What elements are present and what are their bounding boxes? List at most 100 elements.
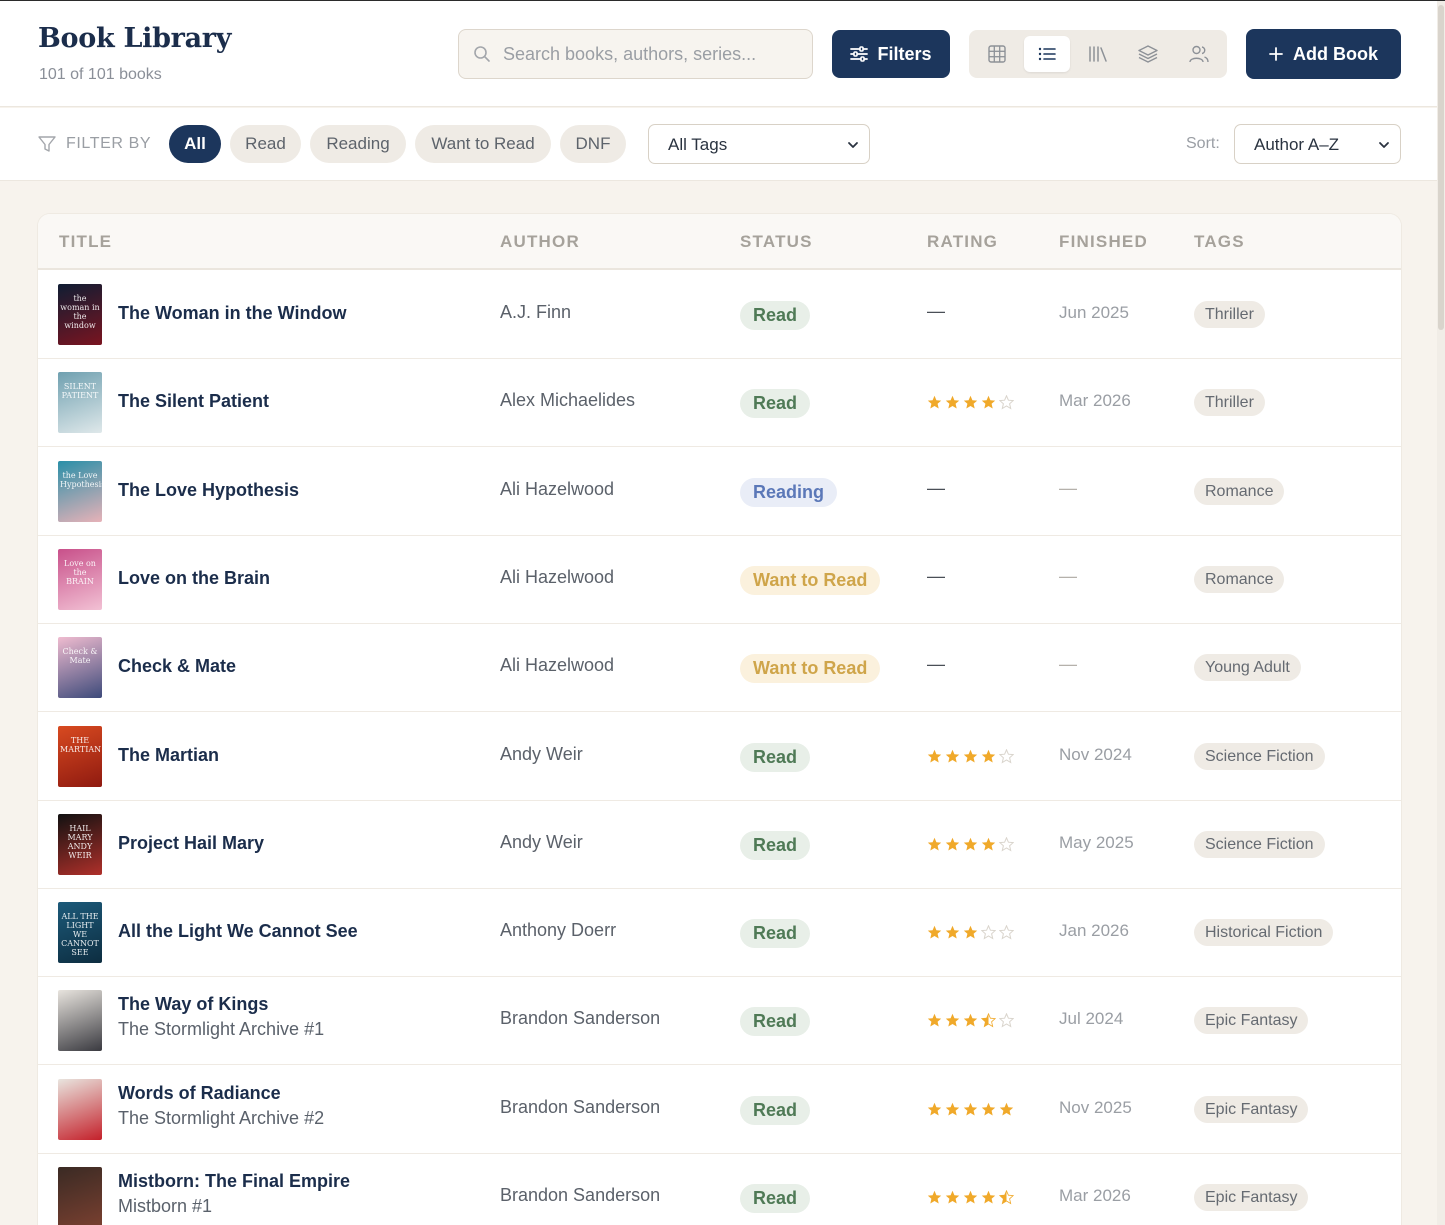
col-status[interactable]: STATUS (740, 232, 813, 252)
book-author[interactable]: Ali Hazelwood (500, 567, 614, 588)
book-author[interactable]: Alex Michaelides (500, 390, 635, 411)
col-finished[interactable]: FINISHED (1059, 232, 1148, 252)
page-scrollbar[interactable] (1437, 1, 1445, 1225)
book-title[interactable]: All the Light We Cannot See (118, 921, 358, 942)
book-title[interactable]: Mistborn: The Final Empire (118, 1171, 350, 1192)
book-title[interactable]: The Way of Kings (118, 994, 324, 1015)
tag-badge[interactable]: Young Adult (1194, 654, 1301, 681)
rating-stars[interactable] (927, 925, 1014, 941)
col-title[interactable]: TITLE (59, 232, 112, 252)
book-cover[interactable]: HAIL MARY ANDY WEIR (58, 814, 102, 875)
tag-badge[interactable]: Epic Fantasy (1194, 1184, 1309, 1211)
tag-badge[interactable]: Science Fiction (1194, 743, 1325, 770)
list-view-button[interactable] (1024, 36, 1070, 72)
book-title[interactable]: Words of Radiance (118, 1083, 324, 1104)
book-cover[interactable]: the Love Hypothesis (58, 461, 102, 522)
book-title[interactable]: Love on the Brain (118, 568, 270, 589)
rating-stars[interactable] (927, 395, 1014, 411)
sort-select[interactable]: Author A–Z (1234, 124, 1401, 164)
table-row[interactable]: ALL THE LIGHT WE CANNOT SEE All the Ligh… (38, 889, 1401, 977)
table-row[interactable]: Words of Radiance The Stormlight Archive… (38, 1066, 1401, 1154)
chip-want-to-read[interactable]: Want to Read (415, 125, 551, 163)
title-cell[interactable]: The Love Hypothesis (118, 480, 299, 501)
tag-badge[interactable]: Science Fiction (1194, 831, 1325, 858)
title-cell[interactable]: Project Hail Mary (118, 833, 264, 854)
chevron-down-icon (848, 142, 858, 148)
table-row[interactable]: The Way of Kings The Stormlight Archive … (38, 977, 1401, 1065)
chip-all[interactable]: All (169, 125, 221, 163)
book-author[interactable]: Andy Weir (500, 832, 583, 853)
table-row[interactable]: SILENT PATIENT The Silent Patient Alex M… (38, 359, 1401, 447)
tag-badge[interactable]: Romance (1194, 566, 1285, 593)
tag-badge[interactable]: Romance (1194, 478, 1285, 505)
book-cover[interactable] (58, 1167, 102, 1225)
search-box[interactable] (458, 29, 813, 79)
add-book-button[interactable]: Add Book (1246, 29, 1401, 79)
tag-badge[interactable]: Historical Fiction (1194, 919, 1334, 946)
book-title[interactable]: The Silent Patient (118, 391, 269, 412)
table-row[interactable]: the woman in the window The Woman in the… (38, 271, 1401, 359)
title-cell[interactable]: Mistborn: The Final Empire Mistborn #1 (118, 1171, 350, 1217)
title-cell[interactable]: The Silent Patient (118, 391, 269, 412)
tag-badge[interactable]: Thriller (1194, 301, 1265, 328)
book-author[interactable]: Anthony Doerr (500, 920, 616, 941)
table-row[interactable]: HAIL MARY ANDY WEIR Project Hail Mary An… (38, 801, 1401, 889)
book-cover[interactable] (58, 990, 102, 1051)
book-cover[interactable]: Check & Mate (58, 637, 102, 698)
rating-stars[interactable] (927, 1013, 1014, 1029)
shelf-view-button[interactable] (1075, 36, 1121, 72)
book-cover[interactable] (58, 1079, 102, 1140)
book-cover[interactable]: the woman in the window (58, 284, 102, 345)
search-input[interactable] (503, 40, 803, 68)
table-row[interactable]: the Love Hypothesis The Love Hypothesis … (38, 448, 1401, 536)
book-title[interactable]: Project Hail Mary (118, 833, 264, 854)
book-author[interactable]: A.J. Finn (500, 302, 571, 323)
authors-view-button[interactable] (1176, 36, 1222, 72)
book-author[interactable]: Brandon Sanderson (500, 1185, 660, 1206)
status-badge: Want to Read (740, 654, 881, 683)
title-cell[interactable]: Love on the Brain (118, 568, 270, 589)
chip-reading[interactable]: Reading (310, 125, 406, 163)
tags-select[interactable]: All Tags (648, 124, 870, 164)
book-author[interactable]: Ali Hazelwood (500, 479, 614, 500)
book-title[interactable]: The Martian (118, 745, 219, 766)
book-title[interactable]: Check & Mate (118, 656, 236, 677)
table-row[interactable]: THE MARTIAN The Martian Andy Weir Read N… (38, 713, 1401, 801)
rating-stars[interactable] (927, 1102, 1014, 1118)
title-cell[interactable]: The Martian (118, 745, 219, 766)
scrollbar-thumb[interactable] (1438, 5, 1444, 330)
book-cover[interactable]: THE MARTIAN (58, 726, 102, 787)
tag-badge[interactable]: Thriller (1194, 389, 1265, 416)
book-author[interactable]: Ali Hazelwood (500, 655, 614, 676)
title-cell[interactable]: The Way of Kings The Stormlight Archive … (118, 994, 324, 1040)
tag-badge[interactable]: Epic Fantasy (1194, 1096, 1309, 1123)
col-author[interactable]: AUTHOR (500, 232, 580, 252)
table-row[interactable]: Love on the BRAIN Love on the Brain Ali … (38, 536, 1401, 624)
col-tags[interactable]: TAGS (1194, 232, 1245, 252)
filters-button[interactable]: Filters (832, 30, 950, 78)
rating-stars[interactable] (927, 749, 1014, 765)
title-cell[interactable]: The Woman in the Window (118, 303, 347, 324)
book-author[interactable]: Brandon Sanderson (500, 1008, 660, 1029)
book-cover[interactable]: Love on the BRAIN (58, 549, 102, 610)
book-cover[interactable]: ALL THE LIGHT WE CANNOT SEE (58, 902, 102, 963)
chip-dnf[interactable]: DNF (560, 125, 626, 163)
book-title[interactable]: The Love Hypothesis (118, 480, 299, 501)
title-cell[interactable]: All the Light We Cannot See (118, 921, 358, 942)
tag-badge[interactable]: Epic Fantasy (1194, 1007, 1309, 1034)
col-rating[interactable]: RATING (927, 232, 998, 252)
book-title[interactable]: The Woman in the Window (118, 303, 347, 324)
book-cover[interactable]: SILENT PATIENT (58, 372, 102, 433)
book-author[interactable]: Brandon Sanderson (500, 1097, 660, 1118)
cover-text: SILENT PATIENT (61, 382, 99, 400)
rating-stars[interactable] (927, 1190, 1014, 1206)
grid-view-button[interactable] (974, 36, 1020, 72)
series-view-button[interactable] (1125, 36, 1171, 72)
rating-stars[interactable] (927, 837, 1014, 853)
book-author[interactable]: Andy Weir (500, 744, 583, 765)
title-cell[interactable]: Check & Mate (118, 656, 236, 677)
table-row[interactable]: Check & Mate Check & Mate Ali Hazelwood … (38, 624, 1401, 712)
chip-read[interactable]: Read (230, 125, 301, 163)
title-cell[interactable]: Words of Radiance The Stormlight Archive… (118, 1083, 324, 1129)
table-row[interactable]: Mistborn: The Final Empire Mistborn #1 B… (38, 1154, 1401, 1225)
